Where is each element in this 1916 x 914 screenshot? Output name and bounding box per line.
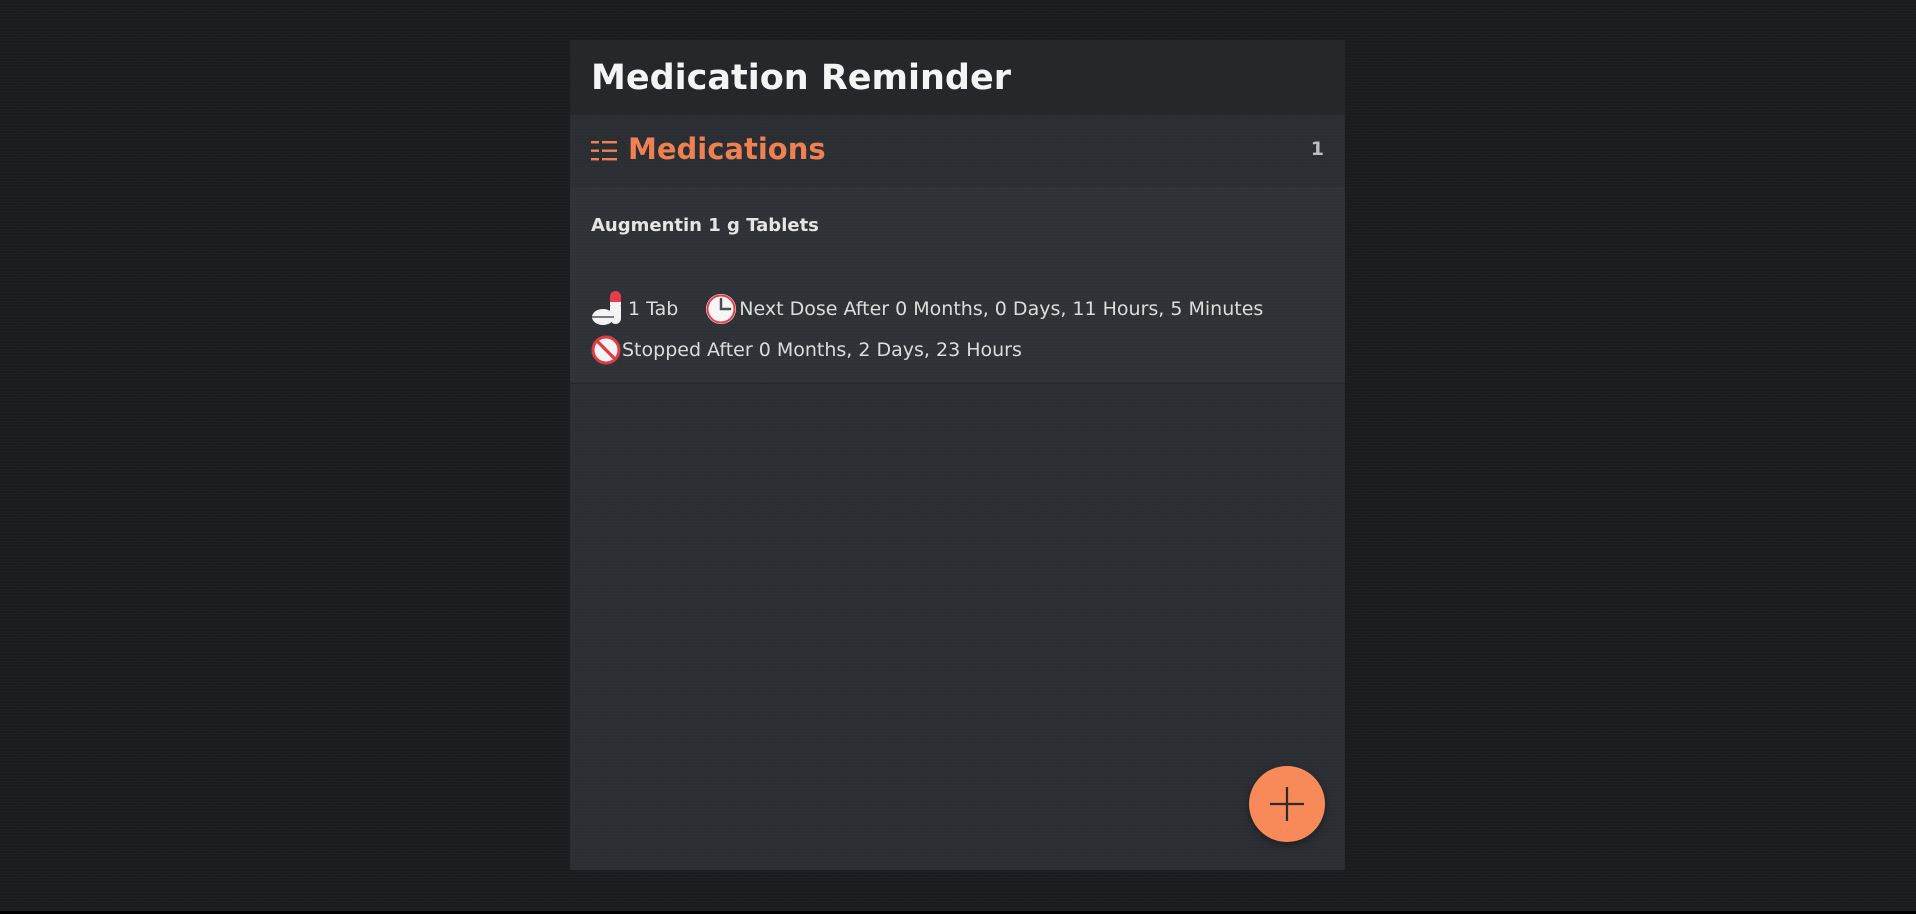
pill-icon <box>592 291 621 325</box>
medication-reminder-app: Medication Reminder Medications 1 Augmen… <box>570 40 1345 870</box>
next-dose-label: Next Dose After 0 Months, 0 Days, 11 Hou… <box>739 298 1264 320</box>
clock-icon <box>706 294 737 324</box>
stop-icon <box>591 335 621 365</box>
medications-section-header: Medications 1 <box>570 115 1345 187</box>
stopped-label: Stopped After 0 Months, 2 Days, 23 Hours <box>622 339 1022 361</box>
add-medication-button[interactable] <box>1249 766 1325 842</box>
medication-name: Augmentin 1 g Tablets <box>591 215 819 236</box>
page-title: Medication Reminder <box>591 58 1011 98</box>
plus-icon <box>1270 787 1304 821</box>
section-title: Medications <box>628 132 826 166</box>
list-icon <box>591 141 617 161</box>
medication-count: 1 <box>1310 138 1324 160</box>
dose-label: 1 Tab <box>628 298 679 320</box>
dose-row: 1 Tab Next Dose After 0 Months, 0 Days, … <box>591 291 1264 325</box>
app-header: Medication Reminder <box>570 40 1345 115</box>
stopped-row: Stopped After 0 Months, 2 Days, 23 Hours <box>591 334 1022 366</box>
medication-card[interactable]: Augmentin 1 g Tablets 1 Tab Next Dose Af… <box>570 187 1345 384</box>
